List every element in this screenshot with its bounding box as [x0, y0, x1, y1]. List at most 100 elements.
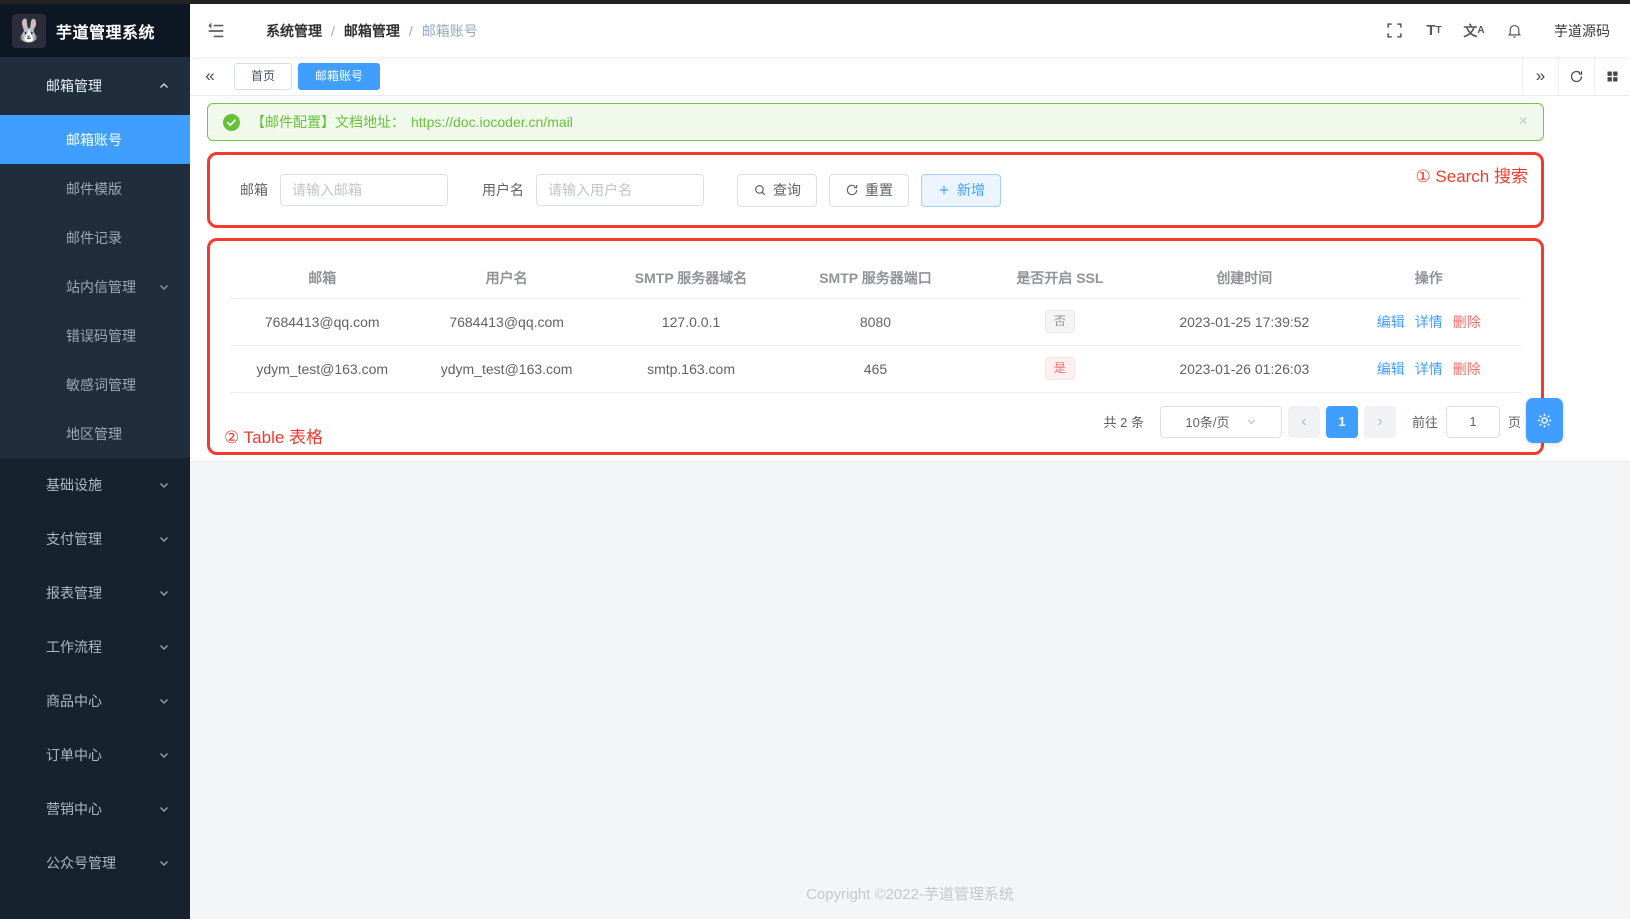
table-column-header: 是否开启 SSL: [968, 258, 1152, 298]
refresh-icon: [845, 183, 859, 197]
sidebar-group[interactable]: 营销中心: [0, 782, 190, 836]
detail-link[interactable]: 详情: [1415, 314, 1443, 330]
table-cell-ssl: 否: [968, 298, 1152, 345]
tabs-scroll-right-icon[interactable]: »: [1522, 57, 1558, 95]
table-section: 邮箱用户名SMTP 服务器域名SMTP 服务器端口是否开启 SSL创建时间操作 …: [207, 238, 1544, 455]
sidebar-item[interactable]: 站内信管理: [0, 262, 190, 311]
username-field-label: 用户名: [482, 180, 524, 200]
sidebar-group[interactable]: 商品中心: [0, 674, 190, 728]
sidebar-item-label: 敏感词管理: [66, 375, 170, 395]
sidebar-item[interactable]: 邮箱账号: [0, 115, 190, 164]
detail-link[interactable]: 详情: [1415, 361, 1443, 377]
table-cell: 7684413@qq.com: [230, 298, 414, 345]
chevron-down-icon: [158, 641, 170, 653]
reset-button[interactable]: 重置: [829, 174, 909, 207]
table-column-header: 操作: [1337, 258, 1521, 298]
table-column-header: SMTP 服务器域名: [599, 258, 783, 298]
chevron-down-icon: [158, 587, 170, 599]
table-body: 7684413@qq.com7684413@qq.com127.0.0.1808…: [230, 298, 1521, 392]
tab-active[interactable]: 邮箱账号: [298, 63, 380, 90]
logo-area[interactable]: 🐰 芋道管理系统: [0, 4, 190, 57]
breadcrumb-item[interactable]: 系统管理: [266, 21, 322, 41]
table-row: 7684413@qq.com7684413@qq.com127.0.0.1808…: [230, 298, 1521, 345]
sidebar-item[interactable]: 邮件记录: [0, 213, 190, 262]
prev-page-button[interactable]: ‹: [1288, 406, 1320, 438]
table-cell-ssl: 是: [968, 345, 1152, 392]
alert-doc-link[interactable]: https://doc.iocoder.cn/mail: [411, 114, 573, 130]
sidebar-group-mail[interactable]: 邮箱管理: [0, 57, 190, 115]
table-header-row: 邮箱用户名SMTP 服务器域名SMTP 服务器端口是否开启 SSL创建时间操作: [230, 258, 1521, 298]
table-cell: ydym_test@163.com: [230, 345, 414, 392]
table-cell-actions: 编辑详情删除: [1337, 345, 1521, 392]
bell-icon[interactable]: [1494, 4, 1534, 57]
sidebar-group-label: 工作流程: [46, 637, 158, 657]
table-cell: 127.0.0.1: [599, 298, 783, 345]
sidebar-group-label: 营销中心: [46, 799, 158, 819]
gear-icon: [1536, 412, 1553, 429]
sidebar-collapse-icon[interactable]: [206, 21, 226, 41]
breadcrumb-item[interactable]: 邮箱管理: [344, 21, 400, 41]
sidebar-item[interactable]: 敏感词管理: [0, 360, 190, 409]
layout-grid-icon[interactable]: [1594, 57, 1630, 95]
edit-link[interactable]: 编辑: [1377, 314, 1405, 330]
goto-page-input[interactable]: [1446, 406, 1500, 438]
mail-field-label: 邮箱: [240, 180, 268, 200]
table-cell: 7684413@qq.com: [414, 298, 598, 345]
goto-unit: 页: [1508, 412, 1521, 431]
logo-avatar: 🐰: [12, 14, 46, 48]
sidebar-group-label: 基础设施: [46, 475, 158, 495]
chevron-up-icon: [158, 80, 170, 92]
refresh-page-icon[interactable]: [1558, 57, 1594, 95]
chevron-down-icon: [158, 749, 170, 761]
breadcrumb-separator: /: [409, 23, 413, 39]
sidebar-group[interactable]: 公众号管理: [0, 836, 190, 890]
sidebar-menu: 邮箱管理 邮箱账号邮件模版邮件记录站内信管理错误码管理敏感词管理地区管理 基础设…: [0, 57, 190, 890]
mail-input[interactable]: [280, 174, 448, 206]
open-tabs: 首页邮箱账号: [230, 57, 1522, 95]
sidebar-group[interactable]: 报表管理: [0, 566, 190, 620]
next-page-button[interactable]: ›: [1364, 406, 1396, 438]
search-form: 邮箱 用户名 查询 重置: [210, 155, 1541, 225]
sidebar-group-label: 报表管理: [46, 583, 158, 603]
page-1-button[interactable]: 1: [1326, 406, 1358, 438]
main-area: 系统管理 / 邮箱管理 / 邮箱账号 TT 文A 芋道源码 « 首页邮箱账号 »: [190, 4, 1630, 919]
fullscreen-icon[interactable]: [1374, 4, 1414, 57]
sidebar-group[interactable]: 工作流程: [0, 620, 190, 674]
alert-close-icon[interactable]: ×: [1519, 114, 1528, 130]
sidebar-group[interactable]: 基础设施: [0, 458, 190, 512]
chevron-down-icon: [1246, 416, 1257, 427]
delete-link[interactable]: 删除: [1453, 314, 1481, 330]
sidebar-item-label: 邮件记录: [66, 228, 170, 248]
edit-link[interactable]: 编辑: [1377, 361, 1405, 377]
sidebar-item-label: 邮件模版: [66, 179, 170, 199]
tab-tools: »: [1522, 57, 1630, 95]
sidebar-item[interactable]: 错误码管理: [0, 311, 190, 360]
query-button[interactable]: 查询: [737, 174, 817, 207]
sidebar-item[interactable]: 地区管理: [0, 409, 190, 458]
theme-settings-button[interactable]: [1526, 398, 1563, 443]
breadcrumb-separator: /: [331, 23, 335, 39]
page-content: 【邮件配置】文档地址： https://doc.iocoder.cn/mail …: [190, 96, 1630, 461]
delete-link[interactable]: 删除: [1453, 361, 1481, 377]
sidebar-item[interactable]: 邮件模版: [0, 164, 190, 213]
language-icon[interactable]: 文A: [1454, 4, 1494, 57]
sidebar-group[interactable]: 支付管理: [0, 512, 190, 566]
app-title: 芋道管理系统: [56, 19, 155, 43]
sidebar-item-label: 邮箱账号: [66, 130, 170, 150]
font-size-icon[interactable]: TT: [1414, 4, 1454, 57]
sidebar-group[interactable]: 订单中心: [0, 728, 190, 782]
table-column-header: SMTP 服务器端口: [783, 258, 967, 298]
navbar-right: TT 文A 芋道源码: [1374, 4, 1616, 57]
tab-item[interactable]: 首页: [234, 63, 292, 90]
table-column-header: 用户名: [414, 258, 598, 298]
user-menu[interactable]: 芋道源码: [1554, 21, 1610, 41]
pagination-goto: 前往 页: [1412, 406, 1521, 438]
create-button[interactable]: 新增: [921, 174, 1001, 207]
success-alert: 【邮件配置】文档地址： https://doc.iocoder.cn/mail …: [207, 103, 1544, 141]
chevron-down-icon: [158, 533, 170, 545]
username-input[interactable]: [536, 174, 704, 206]
table-cell-actions: 编辑详情删除: [1337, 298, 1521, 345]
page-size-select[interactable]: 10条/页: [1160, 406, 1282, 438]
tabs-scroll-left-icon[interactable]: «: [190, 57, 230, 95]
search-icon: [753, 183, 767, 197]
